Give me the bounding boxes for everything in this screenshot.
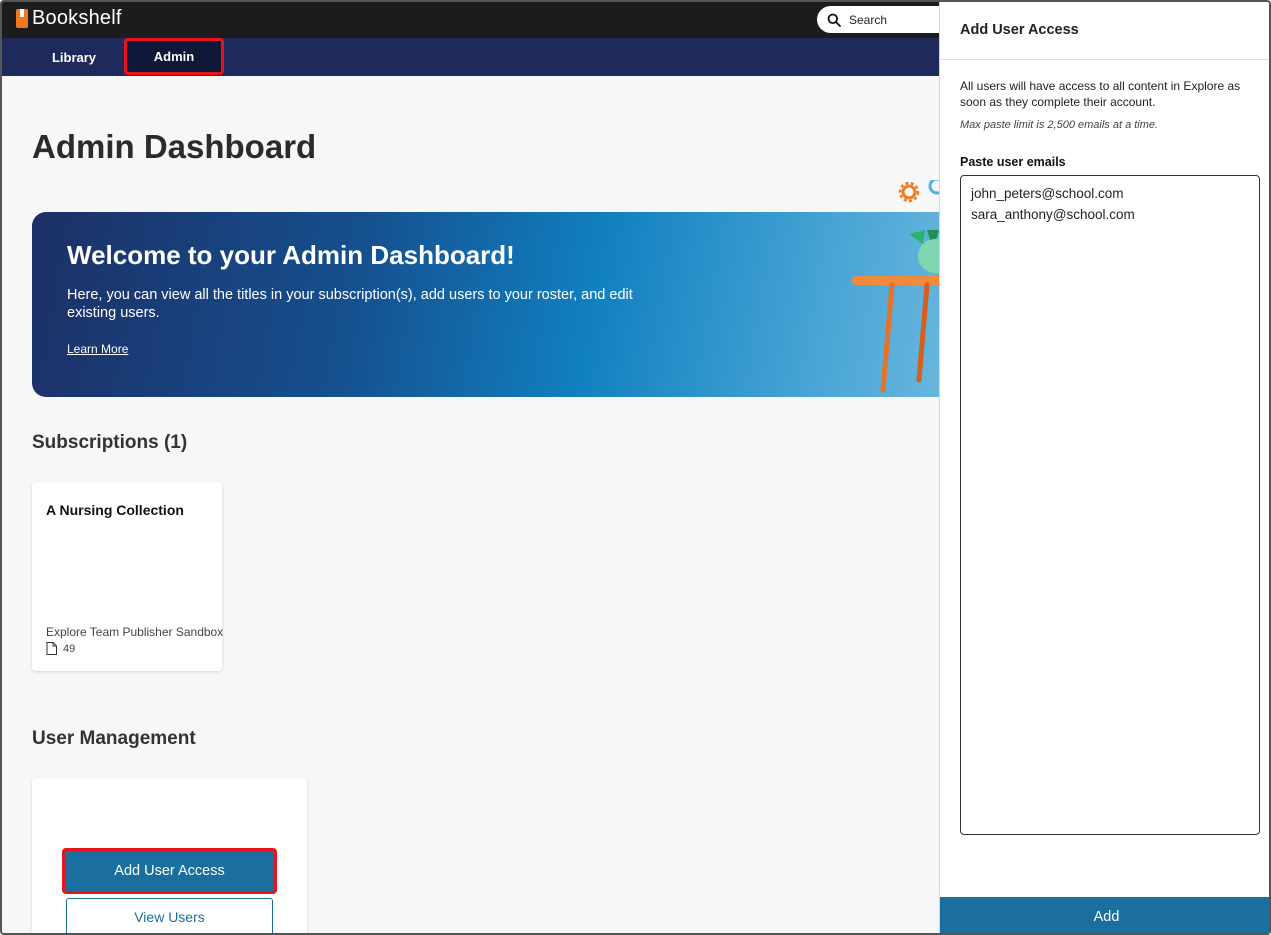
banner-title: Welcome to your Admin Dashboard!: [67, 240, 515, 270]
nav-bar: Library Admin: [2, 38, 942, 76]
subscription-count: 49: [46, 642, 75, 655]
panel-description: All users will have access to all conten…: [960, 79, 1241, 109]
subscription-title: A Nursing Collection: [46, 502, 184, 518]
top-bar: Bookshelf Search: [2, 2, 957, 38]
learn-more-link[interactable]: Learn More: [67, 342, 128, 356]
title-count: 49: [63, 642, 76, 655]
welcome-banner: Welcome to your Admin Dashboard! Here, y…: [32, 212, 962, 397]
banner-text: Here, you can view all the titles in you…: [67, 287, 633, 321]
page-title: Admin Dashboard: [32, 128, 317, 165]
app-window: Bookshelf Search Library Admin Admin Das…: [0, 0, 1271, 935]
paste-limit-note: Max paste limit is 2,500 emails at a tim…: [960, 119, 1159, 131]
email-line: john_peters@school.com: [971, 186, 1124, 201]
emails-textarea[interactable]: john_peters@school.com sara_anthony@scho…: [960, 175, 1260, 835]
add-button[interactable]: Add: [940, 897, 1269, 933]
gear-icon: [898, 180, 941, 203]
document-icon: [46, 642, 57, 655]
main-content: Admin Dashboard Welcome to your Admin Da…: [2, 76, 962, 933]
subscription-publisher: Explore Team Publisher Sandbox: [46, 625, 224, 639]
add-user-access-button[interactable]: Add User Access: [62, 848, 277, 894]
tab-admin[interactable]: Admin: [124, 38, 224, 75]
user-management-heading: User Management: [32, 728, 196, 749]
book-icon: [16, 9, 28, 28]
search-label: Search: [849, 12, 888, 27]
subscription-card[interactable]: A Nursing Collection Explore Team Publis…: [32, 482, 224, 671]
add-user-access-panel: Add User Access All users will have acce…: [939, 2, 1269, 933]
emails-field-label: Paste user emails: [960, 155, 1066, 169]
search-icon: [827, 13, 841, 27]
app-name: Bookshelf: [32, 7, 122, 29]
search-box[interactable]: Search: [817, 6, 957, 33]
tab-library[interactable]: Library: [34, 38, 114, 76]
user-management-card: Add User Access View Users: [32, 778, 307, 933]
subscriptions-heading: Subscriptions (1): [32, 432, 188, 453]
panel-header: Add User Access: [940, 2, 1269, 60]
email-line: sara_anthony@school.com: [971, 207, 1135, 222]
view-users-button[interactable]: View Users: [66, 898, 273, 933]
bookshelf-logo[interactable]: Bookshelf: [16, 7, 122, 30]
panel-title: Add User Access: [960, 22, 1079, 38]
